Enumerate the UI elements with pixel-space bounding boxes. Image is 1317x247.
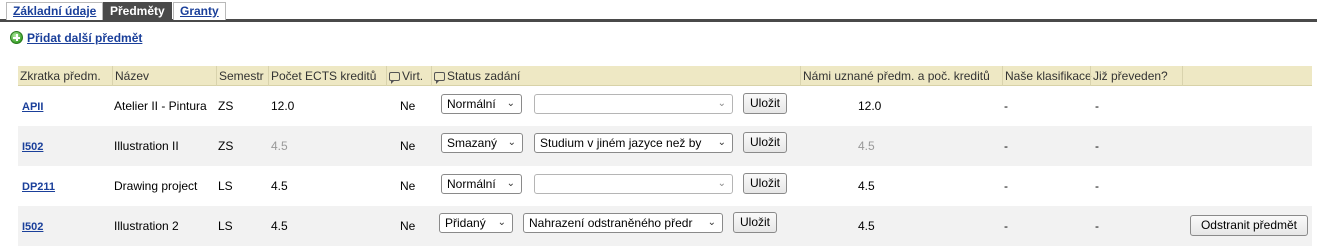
status-select[interactable]: Přidaný ⌄ xyxy=(439,213,513,233)
course-code-link[interactable]: DP211 xyxy=(22,166,55,206)
course-ects: 4.5 xyxy=(271,219,288,233)
transferred-value: - xyxy=(1095,219,1099,233)
header-status-label: Status zadání xyxy=(447,69,521,83)
course-ects: 4.5 xyxy=(271,139,288,153)
grade-value: - xyxy=(1004,179,1008,193)
save-button[interactable]: Uložit xyxy=(743,132,787,153)
course-semester: LS xyxy=(218,179,233,193)
course-code: APII xyxy=(22,101,44,113)
course-ects: 4.5 xyxy=(271,179,288,193)
transferred-value: - xyxy=(1095,139,1099,153)
reason-select[interactable]: ⌄ xyxy=(534,94,733,114)
reason-select[interactable]: Nahrazení odstraněného předr ⌄ xyxy=(523,213,723,233)
add-circle-icon xyxy=(10,31,23,44)
recognized-credits: 4.5 xyxy=(858,219,875,233)
header-actions xyxy=(1182,66,1312,86)
save-button[interactable]: Uložit xyxy=(743,173,787,194)
course-semester: ZS xyxy=(218,99,234,113)
course-ects: 12.0 xyxy=(271,99,295,113)
chevron-down-icon: ⌄ xyxy=(717,178,726,189)
table-row: I502 Illustration 2 LS 4.5 Ne Přidaný ⌄ N… xyxy=(18,206,1312,246)
chevron-down-icon: ⌄ xyxy=(506,178,515,189)
status-select[interactable]: Normální ⌄ xyxy=(441,94,522,114)
recognized-credits: 4.5 xyxy=(858,179,875,193)
tab-basic-info[interactable]: Základní údaje xyxy=(6,2,104,20)
status-value: Normální xyxy=(447,97,496,111)
reason-select[interactable]: ⌄ xyxy=(534,174,733,194)
header-virt-label: Virt. xyxy=(402,69,424,83)
table-row: APII Atelier II - Pintura ZS 12.0 Ne Nor… xyxy=(18,86,1312,126)
header-virt: Virt. xyxy=(386,66,431,86)
recognized-credits: 12.0 xyxy=(858,99,882,113)
course-code: I502 xyxy=(22,221,44,233)
course-name: Illustration 2 xyxy=(114,219,179,233)
header-transferred: Již převeden? xyxy=(1090,66,1182,86)
add-course-link[interactable]: Přidat další předmět xyxy=(10,30,142,46)
status-select[interactable]: Normální ⌄ xyxy=(441,174,522,194)
tab-courses[interactable]: Předměty xyxy=(103,2,172,20)
course-virt: Ne xyxy=(400,219,416,233)
course-virt: Ne xyxy=(400,179,416,193)
header-name: Název xyxy=(112,66,216,86)
status-select[interactable]: Smazaný ⌄ xyxy=(441,133,523,153)
status-value: Smazaný xyxy=(447,136,498,150)
status-value: Přidaný xyxy=(445,216,486,230)
header-grade: Naše klasifikace xyxy=(1002,66,1092,86)
table-header: Zkratka předm. Název Semestr Počet ECTS … xyxy=(18,66,1312,86)
header-status: Status zadání xyxy=(431,66,800,86)
reason-value: Nahrazení odstraněného předr xyxy=(529,216,693,230)
reason-value: Studium v jiném jazyce než by xyxy=(540,136,702,150)
save-button[interactable]: Uložit xyxy=(733,212,777,233)
add-course-label: Přidat další předmět xyxy=(27,31,143,45)
course-semester: LS xyxy=(218,219,233,233)
header-recognized: Námi uznané předm. a poč. kreditů xyxy=(800,66,1002,86)
course-virt: Ne xyxy=(400,139,416,153)
transferred-value: - xyxy=(1095,179,1099,193)
course-code: I502 xyxy=(22,141,44,153)
header-code: Zkratka předm. xyxy=(20,69,101,83)
tab-label: Předměty xyxy=(110,4,165,18)
grade-value: - xyxy=(1004,99,1008,113)
chevron-down-icon: ⌄ xyxy=(717,98,726,109)
table-row: I502 Illustration II ZS 4.5 Ne Smazaný ⌄ … xyxy=(18,126,1312,166)
grade-value: - xyxy=(1004,219,1008,233)
save-button[interactable]: Uložit xyxy=(743,93,787,114)
tab-bar: Základní údaje Předměty Granty xyxy=(0,0,1317,22)
header-semester: Semestr xyxy=(216,66,268,86)
transferred-value: - xyxy=(1095,99,1099,113)
course-code: DP211 xyxy=(22,181,56,193)
chevron-down-icon: ⌄ xyxy=(707,217,716,228)
course-name: Atelier II - Pintura xyxy=(114,99,207,113)
comment-icon xyxy=(434,72,445,84)
chevron-down-icon: ⌄ xyxy=(506,98,515,109)
course-name: Drawing project xyxy=(114,179,198,193)
tab-label: Granty xyxy=(180,4,219,18)
tab-grants[interactable]: Granty xyxy=(173,2,226,20)
course-semester: ZS xyxy=(218,139,234,153)
course-virt: Ne xyxy=(400,99,416,113)
table-row: DP211 Drawing project LS 4.5 Ne Normální… xyxy=(18,166,1312,206)
chevron-down-icon: ⌄ xyxy=(507,137,516,148)
chevron-down-icon: ⌄ xyxy=(497,217,506,228)
chevron-down-icon: ⌄ xyxy=(717,137,726,148)
course-code-link[interactable]: APII xyxy=(22,86,43,126)
recognized-credits: 4.5 xyxy=(858,139,875,153)
comment-icon xyxy=(389,72,400,84)
course-code-link[interactable]: I502 xyxy=(22,126,43,166)
remove-course-button[interactable]: Odstranit předmět xyxy=(1190,215,1308,236)
header-ects: Počet ECTS kreditů xyxy=(268,66,386,86)
reason-select[interactable]: Studium v jiném jazyce než by ⌄ xyxy=(534,133,733,153)
grade-value: - xyxy=(1004,139,1008,153)
course-name: Illustration II xyxy=(114,139,179,153)
course-code-link[interactable]: I502 xyxy=(22,206,43,246)
tab-label: Základní údaje xyxy=(13,4,97,18)
status-value: Normální xyxy=(447,177,496,191)
